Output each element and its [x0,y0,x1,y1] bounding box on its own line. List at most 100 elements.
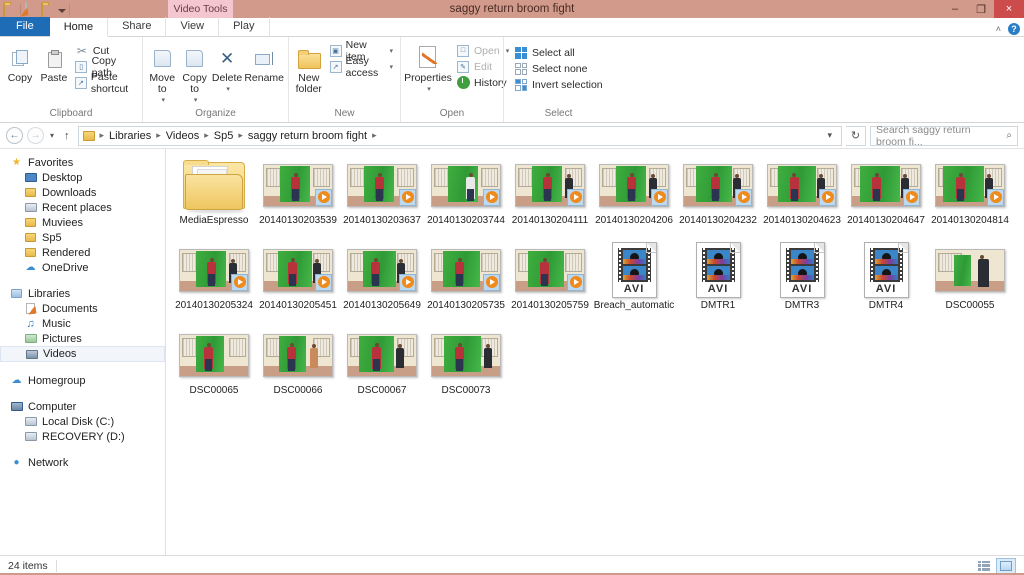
file-item[interactable]: 20140130205735 [424,240,508,325]
breadcrumb-item-current[interactable]: saggy return broom fight [245,130,370,142]
file-item[interactable]: 20140130204206 [592,155,676,240]
details-view-icon [978,560,990,571]
file-item[interactable]: DSC00066 [256,325,340,410]
copy-to-button[interactable]: Copy to ▾ [179,40,209,106]
file-item[interactable]: DSC00073 [424,325,508,410]
sidebar-item-homegroup[interactable]: ☁ Homegroup [0,373,165,388]
easy-access-button[interactable]: ↗ Easy access ▾ [327,55,396,79]
move-to-icon [153,43,171,73]
file-list-view[interactable]: MediaEspresso 20140130203539 20140130203… [166,149,1024,566]
sidebar-item-rendered[interactable]: Rendered [0,245,165,260]
video-thumbnail [928,155,1012,215]
sidebar-item-downloads[interactable]: Downloads [0,185,165,200]
file-item[interactable]: DSC00055 [928,240,1012,325]
file-item[interactable]: AVI DMTR4 [844,240,928,325]
file-item[interactable]: 20140130203539 [256,155,340,240]
breadcrumb-item-videos[interactable]: Videos [163,130,202,142]
file-name: DSC00073 [441,385,491,396]
paste-button[interactable]: Paste [38,40,70,84]
file-item[interactable]: 20140130203744 [424,155,508,240]
tab-play[interactable]: Play [219,17,270,36]
rename-button[interactable]: Rename [244,40,284,84]
details-view-button[interactable] [974,558,994,574]
refresh-button[interactable]: ↻ [846,125,866,146]
breadcrumb-item-libraries[interactable]: Libraries [106,130,154,142]
sidebar-item-sp5[interactable]: Sp5 [0,230,165,245]
search-box[interactable]: Search saggy return broom fi... ⌕ [870,124,1018,148]
sidebar-item-network[interactable]: ● Network [0,455,165,470]
file-item[interactable]: AVI DMTR1 [676,240,760,325]
nav-header-favorites[interactable]: ★ Favorites [0,155,165,170]
file-item[interactable]: DSC00065 [172,325,256,410]
sidebar-item-muviees[interactable]: Muviees [0,215,165,230]
file-item[interactable]: 20140130205324 [172,240,256,325]
tab-share[interactable]: Share [108,17,167,36]
file-item[interactable]: DSC00067 [340,325,424,410]
maximize-button[interactable]: ❐ [968,0,994,18]
sidebar-item-desktop[interactable]: Desktop [0,170,165,185]
breadcrumb[interactable]: ▸ Libraries ▸ Videos ▸ Sp5 ▸ saggy retur… [77,125,842,146]
file-item[interactable]: 20140130204647 [844,155,928,240]
play-badge-icon [399,273,416,291]
file-item[interactable]: 20140130204111 [508,155,592,240]
main-area: ★ Favorites Desktop Downloads Recent pla… [0,148,1024,566]
new-folder-button[interactable]: New folder [293,40,325,95]
file-item[interactable]: 20140130205759 [508,240,592,325]
chevron-down-icon[interactable]: ▾ [161,95,165,106]
file-item[interactable]: 20140130204814 [928,155,1012,240]
invert-selection-button[interactable]: Invert selection [511,77,606,92]
large-icons-view-button[interactable] [996,557,1016,574]
sidebar-item-local-disk-c[interactable]: Local Disk (C:) [0,414,165,429]
back-button[interactable]: ← [6,127,23,144]
breadcrumb-item-sp5[interactable]: Sp5 [211,130,237,142]
nav-header-computer[interactable]: Computer [0,399,165,414]
paste-shortcut-button[interactable]: ↗ Paste shortcut [72,71,138,95]
file-item[interactable]: 20140130203637 [340,155,424,240]
chevron-down-icon[interactable]: ▾ [389,47,393,55]
file-type-badge: AVI [875,283,897,295]
file-name: DMTR4 [868,300,904,311]
file-item[interactable]: 20140130205649 [340,240,424,325]
navigation-pane[interactable]: ★ Favorites Desktop Downloads Recent pla… [0,149,166,566]
onedrive-icon: ☁ [25,262,36,273]
sidebar-item-videos[interactable]: Videos [0,346,165,362]
file-item[interactable]: MediaEspresso [172,155,256,240]
nav-label: OneDrive [42,261,89,274]
recent-locations-caret-icon[interactable]: ▾ [48,131,56,140]
delete-button[interactable]: ✕ Delete ▾ [212,40,242,95]
move-to-label: Move to [149,72,176,95]
folder-icon [172,155,256,215]
close-button[interactable]: × [994,0,1024,18]
sidebar-item-music[interactable]: ♫ Music [0,316,165,331]
file-item[interactable]: 20140130205451 [256,240,340,325]
search-icon[interactable]: ⌕ [1006,130,1012,141]
minimize-button[interactable]: – [942,0,968,18]
forward-button[interactable]: → [27,127,44,144]
chevron-down-icon[interactable]: ▾ [226,84,230,95]
tab-file[interactable]: File [0,17,50,36]
move-to-button[interactable]: Move to ▾ [147,40,177,106]
select-all-button[interactable]: Select all [511,45,606,60]
sidebar-item-recovery-d[interactable]: RECOVERY (D:) [0,429,165,444]
sidebar-item-onedrive[interactable]: ☁ OneDrive [0,260,165,275]
copy-button[interactable]: Copy [4,40,36,84]
chevron-down-icon[interactable]: ▾ [427,84,431,95]
sidebar-item-recent-places[interactable]: Recent places [0,200,165,215]
file-item[interactable]: AVI DMTR3 [760,240,844,325]
up-button[interactable]: ↑ [60,130,74,142]
select-none-button[interactable]: Select none [511,61,606,76]
file-item[interactable]: AVI Breach_automatic [592,240,676,325]
properties-button[interactable]: Properties ▾ [404,40,452,95]
chevron-down-icon[interactable]: ▾ [389,63,393,71]
help-icon[interactable]: ? [1008,23,1020,35]
chevron-up-icon[interactable]: ˄ [996,24,1001,34]
sidebar-item-pictures[interactable]: Pictures [0,331,165,346]
tab-view[interactable]: View [166,17,220,36]
address-dropdown-caret-icon[interactable]: ▾ [822,130,837,141]
chevron-down-icon[interactable]: ▾ [194,95,198,106]
sidebar-item-documents[interactable]: Documents [0,301,165,316]
tab-home[interactable]: Home [49,18,109,37]
file-item[interactable]: 20140130204232 [676,155,760,240]
file-item[interactable]: 20140130204623 [760,155,844,240]
nav-header-libraries[interactable]: Libraries [0,286,165,301]
